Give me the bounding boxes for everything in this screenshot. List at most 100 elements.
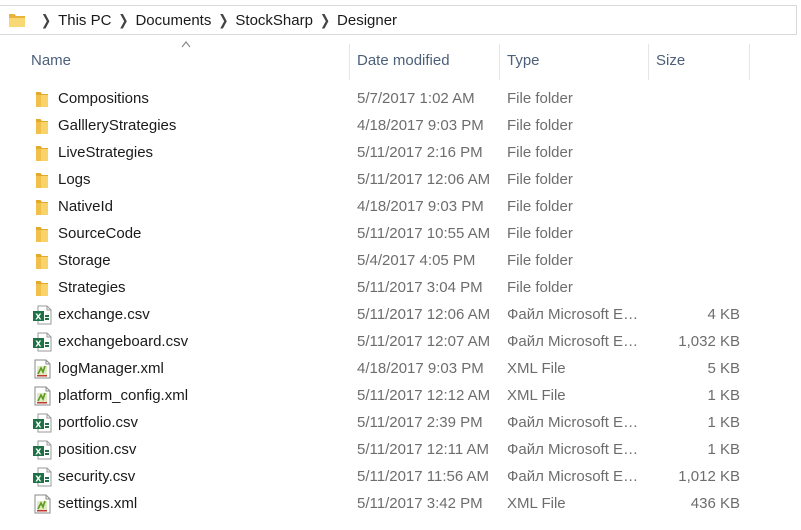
file-name[interactable]: Storage	[58, 252, 111, 269]
file-type: File folder	[507, 117, 573, 134]
chevron-right-icon[interactable]: ❯	[320, 12, 330, 29]
column-divider[interactable]	[499, 44, 500, 80]
svg-text:X: X	[35, 420, 42, 429]
folder-icon	[32, 89, 52, 109]
file-row[interactable]: Xsecurity.csv 5/11/2017 11:56 AM Файл Micr…	[0, 463, 801, 490]
file-type: File folder	[507, 279, 573, 296]
file-type: Файл Microsoft Excel	[507, 414, 641, 431]
chevron-right-icon[interactable]: ❯	[118, 12, 128, 29]
file-size: 1,032 KB	[678, 333, 740, 350]
svg-text:X: X	[35, 447, 42, 456]
file-type: File folder	[507, 198, 573, 215]
xml-file-icon	[32, 386, 52, 406]
file-row[interactable]: Strategies 5/11/2017 3:04 PM File folder	[0, 274, 801, 301]
file-row[interactable]: GallleryStrategies 4/18/2017 9:03 PM File …	[0, 112, 801, 139]
svg-text:X: X	[35, 339, 42, 348]
file-date-modified: 5/11/2017 10:55 AM	[357, 225, 491, 242]
file-row[interactable]: Xposition.csv 5/11/2017 12:11 AM Файл Micr…	[0, 436, 801, 463]
chevron-right-icon[interactable]: ❯	[41, 12, 51, 29]
breadcrumb-documents[interactable]: Documents	[135, 12, 211, 29]
folder-icon	[32, 143, 52, 163]
file-row[interactable]: Xexchangeboard.csv 5/11/2017 12:07 AM Файл…	[0, 328, 801, 355]
column-divider[interactable]	[648, 44, 649, 80]
file-row[interactable]: NativeId 4/18/2017 9:03 PM File folder	[0, 193, 801, 220]
folder-icon	[9, 14, 25, 27]
chevron-right-icon[interactable]: ❯	[218, 12, 228, 29]
file-date-modified: 4/18/2017 9:03 PM	[357, 117, 484, 134]
folder-icon	[32, 197, 52, 217]
file-name[interactable]: platform_config.xml	[58, 387, 188, 404]
svg-text:X: X	[35, 474, 42, 483]
file-name[interactable]: exchangeboard.csv	[58, 333, 188, 350]
folder-icon	[32, 170, 52, 190]
file-row[interactable]: logManager.xml 4/18/2017 9:03 PM XML File 5…	[0, 355, 801, 382]
file-date-modified: 5/11/2017 3:04 PM	[357, 279, 483, 296]
file-size: 1 KB	[707, 441, 740, 458]
file-date-modified: 5/11/2017 12:06 AM	[357, 171, 491, 188]
excel-csv-icon: X	[32, 305, 52, 325]
svg-text:X: X	[35, 312, 42, 321]
breadcrumb-stocksharp[interactable]: StockSharp	[235, 12, 313, 29]
file-name[interactable]: Compositions	[58, 90, 149, 107]
file-date-modified: 5/11/2017 2:39 PM	[357, 414, 483, 431]
column-divider[interactable]	[349, 44, 350, 80]
file-size: 5 KB	[707, 360, 740, 377]
xml-file-icon	[32, 494, 52, 514]
file-row[interactable]: LiveStrategies 5/11/2017 2:16 PM File fold…	[0, 139, 801, 166]
file-row[interactable]: Xexchange.csv 5/11/2017 12:06 AM Файл Micr…	[0, 301, 801, 328]
file-type: File folder	[507, 171, 573, 188]
file-date-modified: 5/11/2017 11:56 AM	[357, 468, 490, 485]
file-type: Файл Microsoft Excel	[507, 468, 641, 485]
file-date-modified: 4/18/2017 9:03 PM	[357, 360, 484, 377]
file-row[interactable]: SourceCode 5/11/2017 10:55 AM File folder	[0, 220, 801, 247]
excel-csv-icon: X	[32, 467, 52, 487]
file-name[interactable]: Strategies	[58, 279, 126, 296]
column-date-header[interactable]: Date modified	[357, 52, 450, 69]
file-date-modified: 5/11/2017 2:16 PM	[357, 144, 483, 161]
file-date-modified: 5/4/2017 4:05 PM	[357, 252, 476, 269]
file-type: File folder	[507, 252, 573, 269]
file-date-modified: 5/11/2017 12:07 AM	[357, 333, 491, 350]
file-name[interactable]: NativeId	[58, 198, 113, 215]
address-box[interactable]: ❯ This PC ❯ Documents ❯ StockSharp ❯ Des…	[0, 5, 797, 35]
sort-ascending-icon	[181, 41, 191, 48]
column-type-header[interactable]: Type	[507, 52, 540, 69]
file-row[interactable]: Storage 5/4/2017 4:05 PM File folder	[0, 247, 801, 274]
file-name[interactable]: SourceCode	[58, 225, 141, 242]
file-size: 436 KB	[690, 495, 740, 512]
file-size: 1 KB	[707, 414, 740, 431]
file-row[interactable]: Compositions 5/7/2017 1:02 AM File folder	[0, 85, 801, 112]
file-row[interactable]: Logs 5/11/2017 12:06 AM File folder	[0, 166, 801, 193]
file-size: 1 KB	[707, 387, 740, 404]
column-name-header[interactable]: Name	[31, 52, 71, 69]
address-bar[interactable]: ❯ This PC ❯ Documents ❯ StockSharp ❯ Des…	[0, 0, 801, 40]
file-type: XML File	[507, 495, 566, 512]
file-name[interactable]: logManager.xml	[58, 360, 164, 377]
column-divider[interactable]	[749, 44, 750, 80]
file-date-modified: 5/11/2017 12:11 AM	[357, 441, 490, 458]
file-row[interactable]: platform_config.xml 5/11/2017 12:12 AM XML…	[0, 382, 801, 409]
folder-icon	[32, 116, 52, 136]
file-date-modified: 5/7/2017 1:02 AM	[357, 90, 475, 107]
file-size: 4 KB	[707, 306, 740, 323]
column-header: Name Date modified Type Size	[0, 40, 801, 80]
file-name[interactable]: LiveStrategies	[58, 144, 153, 161]
file-row[interactable]: Xportfolio.csv 5/11/2017 2:39 PM Файл Micr…	[0, 409, 801, 436]
file-type: XML File	[507, 360, 566, 377]
breadcrumb: ❯ This PC ❯ Documents ❯ StockSharp ❯ Des…	[34, 6, 397, 34]
file-name[interactable]: Logs	[58, 171, 91, 188]
xml-file-icon	[32, 359, 52, 379]
file-type: File folder	[507, 225, 573, 242]
file-name[interactable]: position.csv	[58, 441, 136, 458]
excel-csv-icon: X	[32, 332, 52, 352]
file-name[interactable]: portfolio.csv	[58, 414, 138, 431]
column-size-header[interactable]: Size	[656, 52, 685, 69]
file-name[interactable]: exchange.csv	[58, 306, 150, 323]
file-row[interactable]: settings.xml 5/11/2017 3:42 PM XML File 436…	[0, 490, 801, 517]
file-name[interactable]: GallleryStrategies	[58, 117, 176, 134]
file-name[interactable]: security.csv	[58, 468, 135, 485]
file-date-modified: 5/11/2017 12:06 AM	[357, 306, 491, 323]
breadcrumb-this-pc[interactable]: This PC	[58, 12, 111, 29]
file-name[interactable]: settings.xml	[58, 495, 137, 512]
breadcrumb-designer[interactable]: Designer	[337, 12, 397, 29]
